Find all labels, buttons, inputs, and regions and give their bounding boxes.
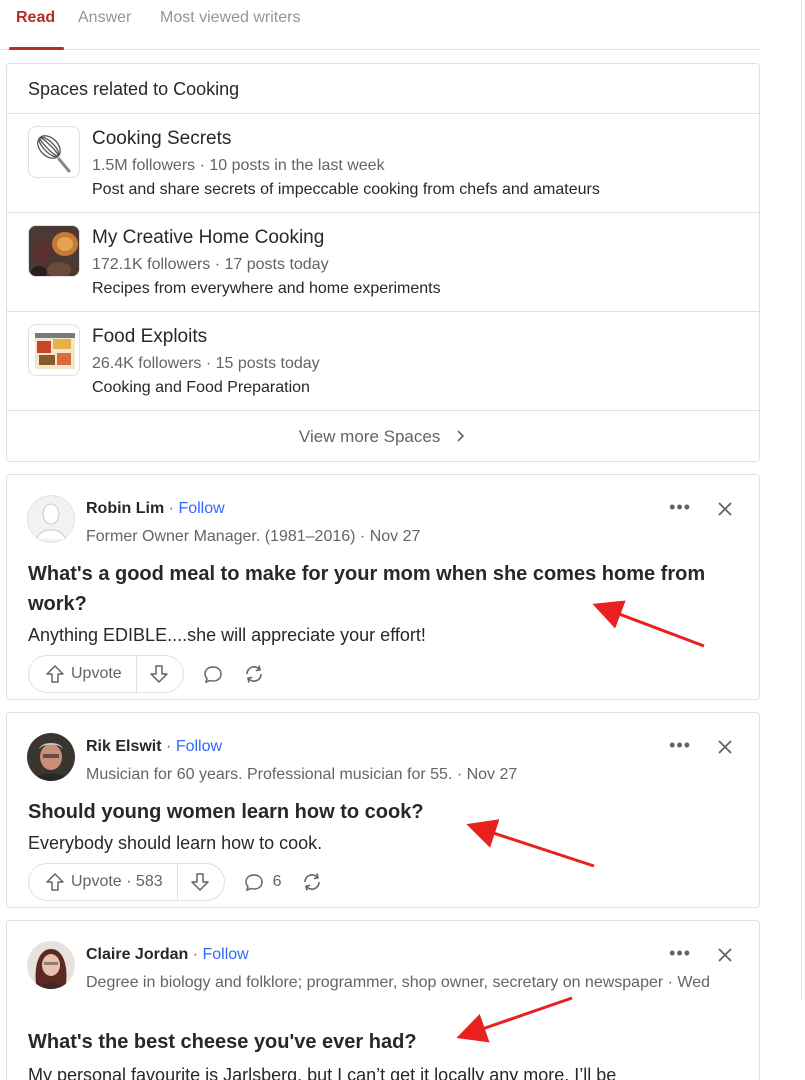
avatar[interactable]: [27, 733, 75, 781]
space-meta: 1.5M followers · 10 posts in the last we…: [92, 157, 385, 174]
view-more-spaces-button[interactable]: View more Spaces: [7, 411, 759, 464]
upvote-label: Upvote: [71, 665, 122, 682]
comment-count: 6: [272, 873, 282, 890]
whisk-icon[interactable]: [28, 126, 80, 178]
reshare-icon: [303, 873, 320, 891]
avatar[interactable]: [27, 941, 75, 989]
post-actions: Upvote · 583 6: [28, 863, 324, 901]
comment-icon: [203, 666, 222, 684]
upvote-button[interactable]: Upvote: [29, 656, 137, 692]
vote-pill: Upvote: [28, 655, 184, 693]
post-actions: Upvote: [28, 655, 266, 693]
downvote-arrow-icon: [190, 873, 209, 891]
close-icon[interactable]: [711, 733, 739, 761]
follow-button[interactable]: Follow: [178, 500, 224, 517]
space-name[interactable]: Cooking Secrets: [92, 128, 231, 150]
active-tab-indicator: [9, 47, 64, 50]
space-description: Cooking and Food Preparation: [92, 379, 310, 396]
comment-button[interactable]: [202, 663, 224, 685]
food-platter-icon[interactable]: [28, 324, 80, 376]
author-line: Robin Lim · Follow: [86, 500, 225, 517]
close-icon[interactable]: [711, 495, 739, 523]
scrollbar-track[interactable]: [801, 0, 805, 1000]
share-button[interactable]: [300, 870, 324, 894]
follow-button[interactable]: Follow: [203, 946, 249, 963]
author-line: Claire Jordan · Follow: [86, 946, 249, 963]
view-more-label: View more Spaces: [298, 427, 441, 446]
related-spaces-panel: Spaces related to Cooking Cooking Secret…: [6, 63, 760, 462]
more-options-icon[interactable]: •••: [669, 943, 691, 964]
more-options-icon[interactable]: •••: [669, 735, 691, 756]
feed-post: Claire Jordan · Follow Degree in biology…: [6, 920, 760, 1080]
author-name[interactable]: Robin Lim: [86, 500, 164, 517]
space-item-cooking-secrets[interactable]: Cooking Secrets 1.5M followers · 10 post…: [7, 114, 759, 213]
chevron-right-icon: [457, 430, 465, 442]
author-credential: Former Owner Manager. (1981–2016) · Nov …: [86, 528, 421, 545]
reshare-icon: [245, 665, 262, 683]
space-meta: 172.1K followers · 17 posts today: [92, 256, 329, 273]
question-title[interactable]: What's a good meal to make for your mom …: [28, 559, 728, 619]
tab-read[interactable]: Read: [16, 9, 55, 27]
spaces-panel-title: Spaces related to Cooking: [7, 64, 759, 114]
answer-excerpt[interactable]: My personal favourite is Jarlsberg, but …: [28, 1065, 616, 1080]
answer-excerpt[interactable]: Everybody should learn how to cook.: [28, 833, 322, 854]
space-item-food-exploits[interactable]: Food Exploits 26.4K followers · 15 posts…: [7, 312, 759, 411]
follow-button[interactable]: Follow: [176, 738, 222, 755]
vote-pill: Upvote · 583: [28, 863, 225, 901]
space-description: Post and share secrets of impeccable coo…: [92, 181, 600, 198]
author-line: Rik Elswit · Follow: [86, 738, 223, 755]
answer-excerpt[interactable]: Anything EDIBLE....she will appreciate y…: [28, 625, 426, 646]
feed-tabs: Read Answer Most viewed writers: [0, 0, 760, 50]
avatar[interactable]: [27, 495, 75, 543]
downvote-button[interactable]: [137, 656, 183, 692]
comment-button[interactable]: 6: [243, 871, 282, 893]
upvote-arrow-icon: [46, 665, 64, 683]
upvote-arrow-icon: [46, 873, 64, 891]
question-title[interactable]: What's the best cheese you've ever had?: [28, 1027, 728, 1057]
feed-post: Robin Lim · Follow Former Owner Manager.…: [6, 474, 760, 700]
space-item-my-creative-home-cooking[interactable]: My Creative Home Cooking 172.1K follower…: [7, 213, 759, 312]
question-title[interactable]: Should young women learn how to cook?: [28, 797, 728, 827]
space-description: Recipes from everywhere and home experim…: [92, 280, 441, 297]
comment-icon: [244, 874, 263, 892]
upvote-button[interactable]: Upvote · 583: [29, 864, 178, 900]
share-button[interactable]: [242, 662, 266, 686]
author-name[interactable]: Claire Jordan: [86, 946, 188, 963]
close-icon[interactable]: [711, 941, 739, 969]
feed-post: Rik Elswit · Follow Musician for 60 year…: [6, 712, 760, 908]
author-credential: Musician for 60 years. Professional musi…: [86, 766, 518, 783]
food-photo-icon[interactable]: [28, 225, 80, 277]
downvote-arrow-icon: [149, 665, 168, 683]
space-name[interactable]: My Creative Home Cooking: [92, 227, 324, 249]
author-name[interactable]: Rik Elswit: [86, 738, 162, 755]
downvote-button[interactable]: [178, 864, 224, 900]
tab-answer[interactable]: Answer: [78, 9, 131, 27]
author-credential: Degree in biology and folklore; programm…: [86, 974, 711, 991]
more-options-icon[interactable]: •••: [669, 497, 691, 518]
space-meta: 26.4K followers · 15 posts today: [92, 355, 320, 372]
tab-most-viewed-writers[interactable]: Most viewed writers: [160, 9, 300, 27]
upvote-label: Upvote · 583: [71, 873, 163, 890]
space-name[interactable]: Food Exploits: [92, 326, 207, 348]
